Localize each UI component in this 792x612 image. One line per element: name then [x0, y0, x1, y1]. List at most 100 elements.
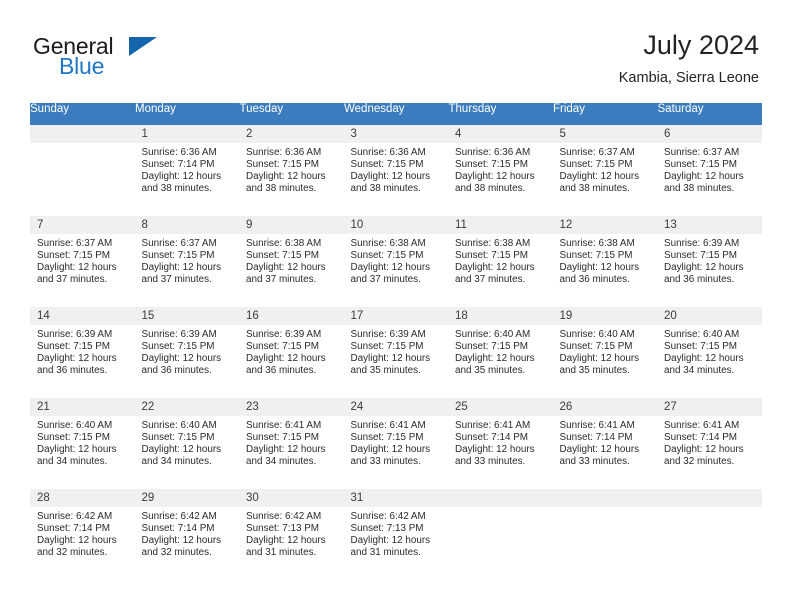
daylight-line-2: and 38 minutes. [664, 182, 735, 194]
day-number: 9 [239, 216, 344, 234]
day-cell-inner: 27 Sunrise: 6:41 AM Sunset: 7:14 PM Dayligh… [657, 398, 762, 488]
day-details: Sunrise: 6:38 AM Sunset: 7:15 PM Daylight:… [344, 234, 449, 286]
brand-triangle-icon [129, 37, 157, 56]
day-cell-inner: 16 Sunrise: 6:39 AM Sunset: 7:15 PM Dayligh… [239, 307, 344, 397]
daylight-line-2: and 37 minutes. [141, 273, 212, 285]
calendar-day-cell[interactable]: 21 Sunrise: 6:40 AM Sunset: 7:15 PM Dayligh… [30, 397, 135, 489]
daylight-line-2: and 37 minutes. [455, 273, 526, 285]
sunset-text: Sunset: 7:15 PM [664, 249, 738, 261]
sunrise-text: Sunrise: 6:37 AM [664, 147, 740, 158]
calendar-day-cell[interactable]: 1 Sunrise: 6:36 AM Sunset: 7:14 PM Daylight… [134, 125, 239, 216]
daylight-line-2: and 32 minutes. [37, 546, 108, 558]
sunset-text: Sunset: 7:15 PM [350, 431, 424, 443]
daylight-line-2: and 36 minutes. [664, 273, 735, 285]
sunrise-text: Sunrise: 6:42 AM [246, 511, 322, 522]
calendar-day-cell[interactable]: 10 Sunrise: 6:38 AM Sunset: 7:15 PM Dayligh… [343, 215, 449, 307]
calendar-day-cell[interactable]: 18 Sunrise: 6:40 AM Sunset: 7:15 PM Dayligh… [448, 306, 553, 398]
calendar-day-cell[interactable]: 14 Sunrise: 6:39 AM Sunset: 7:15 PM Dayligh… [30, 306, 135, 398]
day-cell-inner: 31 Sunrise: 6:42 AM Sunset: 7:13 PM Dayligh… [343, 489, 448, 579]
sunset-text: Sunset: 7:15 PM [350, 340, 424, 352]
sunset-text: Sunset: 7:15 PM [141, 431, 215, 443]
sunrise-text: Sunrise: 6:38 AM [350, 238, 426, 249]
day-cell-inner: 23 Sunrise: 6:41 AM Sunset: 7:15 PM Dayligh… [239, 398, 344, 488]
day-number: 28 [30, 489, 135, 507]
daylight-line-1: Daylight: 12 hours [664, 261, 744, 273]
calendar-day-cell[interactable]: 20 Sunrise: 6:40 AM Sunset: 7:15 PM Dayligh… [657, 306, 762, 398]
calendar-day-cell[interactable]: 15 Sunrise: 6:39 AM Sunset: 7:15 PM Dayligh… [134, 306, 239, 398]
day-number: 1 [134, 125, 239, 143]
calendar-day-cell[interactable]: 31 Sunrise: 6:42 AM Sunset: 7:13 PM Dayligh… [343, 488, 448, 580]
sunset-text: Sunset: 7:14 PM [141, 158, 215, 170]
sunset-text: Sunset: 7:15 PM [664, 340, 738, 352]
sunrise-text: Sunrise: 6:38 AM [455, 238, 531, 249]
day-number: 14 [30, 307, 135, 325]
sunrise-text: Sunrise: 6:40 AM [455, 329, 531, 340]
calendar-day-cell[interactable]: 25 Sunrise: 6:41 AM Sunset: 7:14 PM Dayligh… [448, 397, 553, 489]
day-number: 26 [552, 398, 657, 416]
calendar-day-cell[interactable]: 23 Sunrise: 6:41 AM Sunset: 7:15 PM Dayligh… [239, 397, 344, 489]
day-number [657, 489, 762, 507]
calendar-week-row: 1 Sunrise: 6:36 AM Sunset: 7:14 PM Daylight… [30, 125, 762, 216]
day-number: 8 [134, 216, 239, 234]
calendar-day-cell[interactable]: 11 Sunrise: 6:38 AM Sunset: 7:15 PM Dayligh… [448, 215, 553, 307]
brand-logo[interactable]: General Blue [33, 33, 233, 81]
calendar-day-cell[interactable]: 30 Sunrise: 6:42 AM Sunset: 7:13 PM Dayligh… [239, 488, 344, 580]
day-cell-inner: 29 Sunrise: 6:42 AM Sunset: 7:14 PM Dayligh… [134, 489, 239, 579]
day-cell-inner: 11 Sunrise: 6:38 AM Sunset: 7:15 PM Dayligh… [448, 216, 553, 306]
calendar-table: Sunday Monday Tuesday Wednesday Thursday… [30, 103, 762, 580]
calendar-day-cell[interactable]: 28 Sunrise: 6:42 AM Sunset: 7:14 PM Dayligh… [30, 488, 135, 580]
calendar-day-cell[interactable]: 12 Sunrise: 6:38 AM Sunset: 7:15 PM Dayligh… [552, 215, 657, 307]
sunrise-text: Sunrise: 6:41 AM [559, 420, 635, 431]
daylight-line-1: Daylight: 12 hours [559, 443, 640, 455]
sunrise-text: Sunrise: 6:38 AM [559, 238, 635, 249]
day-cell-inner: 10 Sunrise: 6:38 AM Sunset: 7:15 PM Dayligh… [343, 216, 449, 306]
day-cell-inner: 18 Sunrise: 6:40 AM Sunset: 7:15 PM Dayligh… [448, 307, 553, 397]
weekday-header-wednesday: Wednesday [343, 103, 449, 125]
daylight-line-2: and 36 minutes. [37, 364, 108, 376]
sunrise-text: Sunrise: 6:40 AM [664, 329, 740, 340]
daylight-line-2: and 37 minutes. [350, 273, 421, 285]
sunrise-text: Sunrise: 6:39 AM [664, 238, 740, 249]
weekday-header-tuesday: Tuesday [239, 103, 344, 125]
calendar-day-cell[interactable]: 9 Sunrise: 6:38 AM Sunset: 7:15 PM Daylight… [239, 215, 344, 307]
calendar-day-cell[interactable]: 4 Sunrise: 6:36 AM Sunset: 7:15 PM Daylight… [448, 125, 553, 216]
day-details: Sunrise: 6:37 AM Sunset: 7:15 PM Daylight:… [553, 143, 658, 195]
weekday-header-sunday: Sunday [30, 103, 135, 125]
calendar-day-cell[interactable]: 26 Sunrise: 6:41 AM Sunset: 7:14 PM Dayligh… [552, 397, 658, 489]
calendar-day-cell[interactable]: 8 Sunrise: 6:37 AM Sunset: 7:15 PM Daylight… [134, 215, 239, 307]
daylight-line-2: and 38 minutes. [455, 182, 526, 194]
calendar-day-cell[interactable]: 19 Sunrise: 6:40 AM Sunset: 7:15 PM Dayligh… [552, 306, 657, 398]
day-number: 20 [657, 307, 762, 325]
day-details: Sunrise: 6:41 AM Sunset: 7:14 PM Daylight:… [553, 416, 658, 468]
day-number: 5 [552, 125, 657, 143]
calendar-day-cell[interactable]: 6 Sunrise: 6:37 AM Sunset: 7:15 PM Daylight… [657, 125, 762, 216]
sunrise-text: Sunrise: 6:42 AM [37, 511, 113, 522]
calendar-day-cell[interactable]: 16 Sunrise: 6:39 AM Sunset: 7:15 PM Dayligh… [239, 306, 344, 398]
weekday-header-saturday: Saturday [657, 103, 762, 125]
day-number: 6 [657, 125, 762, 143]
sunrise-text: Sunrise: 6:40 AM [559, 329, 635, 340]
sunset-text: Sunset: 7:14 PM [37, 522, 111, 534]
day-cell-inner: 13 Sunrise: 6:39 AM Sunset: 7:15 PM Dayligh… [657, 216, 762, 306]
calendar-day-cell[interactable]: 3 Sunrise: 6:36 AM Sunset: 7:15 PM Daylight… [343, 125, 448, 216]
calendar-day-cell[interactable]: 29 Sunrise: 6:42 AM Sunset: 7:14 PM Dayligh… [134, 488, 239, 580]
calendar-day-cell[interactable]: 24 Sunrise: 6:41 AM Sunset: 7:15 PM Dayligh… [343, 397, 448, 489]
daylight-line-2: and 34 minutes. [37, 455, 108, 467]
day-details: Sunrise: 6:41 AM Sunset: 7:15 PM Daylight:… [239, 416, 344, 468]
calendar-day-cell[interactable]: 7 Sunrise: 6:37 AM Sunset: 7:15 PM Daylight… [30, 215, 135, 307]
day-details: Sunrise: 6:41 AM Sunset: 7:14 PM Daylight:… [657, 416, 762, 468]
sunset-text: Sunset: 7:15 PM [559, 340, 633, 352]
sunset-text: Sunset: 7:15 PM [246, 249, 320, 261]
daylight-line-2: and 38 minutes. [559, 182, 630, 194]
daylight-line-2: and 33 minutes. [350, 455, 421, 467]
calendar-day-cell[interactable]: 22 Sunrise: 6:40 AM Sunset: 7:15 PM Dayligh… [134, 397, 239, 489]
calendar-day-cell[interactable]: 17 Sunrise: 6:39 AM Sunset: 7:15 PM Dayligh… [343, 306, 449, 398]
day-details: Sunrise: 6:39 AM Sunset: 7:15 PM Daylight:… [344, 325, 449, 377]
day-cell-inner: 24 Sunrise: 6:41 AM Sunset: 7:15 PM Dayligh… [343, 398, 448, 488]
daylight-line-2: and 37 minutes. [37, 273, 108, 285]
calendar-day-cell[interactable]: 5 Sunrise: 6:37 AM Sunset: 7:15 PM Daylight… [552, 125, 658, 216]
daylight-line-1: Daylight: 12 hours [141, 534, 222, 546]
calendar-day-cell[interactable]: 27 Sunrise: 6:41 AM Sunset: 7:14 PM Dayligh… [657, 397, 762, 489]
calendar-day-cell[interactable]: 2 Sunrise: 6:36 AM Sunset: 7:15 PM Daylight… [239, 125, 344, 216]
calendar-day-cell[interactable]: 13 Sunrise: 6:39 AM Sunset: 7:15 PM Dayligh… [657, 215, 762, 307]
